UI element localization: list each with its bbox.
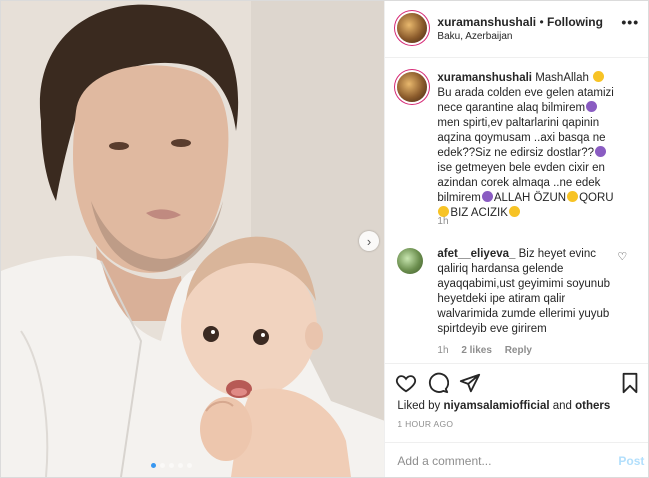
emoji-icon [593, 71, 605, 82]
separator: • [536, 15, 547, 29]
comment-icon[interactable] [427, 372, 450, 394]
like-comment-icon[interactable]: ♡ [617, 250, 627, 263]
emoji-icon [481, 191, 493, 202]
caption-text: xuramanshushali MashAllah Bu arada colde… [437, 71, 614, 219]
heart-icon[interactable] [395, 372, 417, 394]
more-options-icon[interactable]: ••• [621, 14, 639, 30]
comment-time[interactable]: 1h [437, 345, 448, 356]
post-sidebar: xuramanshushali • Following Baku, Azerba… [384, 1, 649, 478]
comment-input[interactable]: Add a comment... [397, 454, 491, 468]
photo-illustration [1, 1, 385, 477]
following-button[interactable]: Following [547, 15, 603, 29]
location-link[interactable]: Baku, Azerbaijan [437, 31, 512, 42]
emoji-icon [508, 206, 520, 217]
next-photo-button[interactable]: › [359, 231, 379, 251]
carousel-dot [151, 463, 156, 468]
post-timestamp[interactable]: 1 HOUR AGO [397, 419, 453, 429]
commenter-avatar[interactable] [397, 248, 424, 274]
emoji-icon [586, 101, 598, 112]
comment-meta: 1h 2 likes Reply [437, 345, 542, 356]
caption-avatar[interactable] [397, 72, 428, 102]
share-icon[interactable] [459, 372, 481, 394]
chevron-right-icon: › [366, 233, 372, 249]
comment-likes[interactable]: 2 likes [461, 345, 492, 356]
action-bar [385, 363, 649, 398]
emoji-icon [595, 146, 607, 157]
post-header: xuramanshushali • Following Baku, Azerba… [385, 1, 649, 58]
emoji-icon [567, 191, 579, 202]
carousel-dot [160, 463, 165, 468]
carousel-dot [187, 463, 192, 468]
carousel-indicator [151, 463, 192, 468]
caption-time[interactable]: 1h [437, 216, 448, 227]
add-comment-bar: Add a comment... Post [385, 442, 649, 478]
bookmark-icon[interactable] [619, 372, 641, 394]
caption-username[interactable]: xuramanshushali [437, 72, 532, 84]
author-line: xuramanshushali • Following [437, 15, 603, 29]
post-photo[interactable]: › [1, 1, 385, 477]
author-username[interactable]: xuramanshushali [437, 15, 536, 29]
liked-by-user[interactable]: niyamsalamiofficial [443, 400, 549, 412]
carousel-dot [169, 463, 174, 468]
comments-section: xuramanshushali MashAllah Bu arada colde… [385, 58, 648, 363]
likes-summary: Liked by niyamsalamiofficial and others [397, 400, 611, 412]
liked-by-others[interactable]: others [575, 400, 610, 412]
commenter-username[interactable]: afet__eliyeva_ [437, 248, 515, 260]
comment-text: afet__eliyeva_ Biz heyet evinc qaliriq h… [437, 248, 610, 335]
post-comment-button[interactable]: Post [618, 454, 644, 468]
author-avatar[interactable] [397, 13, 428, 43]
instagram-post: › xuramanshushali • Following Baku, Azer… [0, 0, 649, 478]
carousel-dot [178, 463, 183, 468]
reply-button[interactable]: Reply [505, 345, 532, 356]
